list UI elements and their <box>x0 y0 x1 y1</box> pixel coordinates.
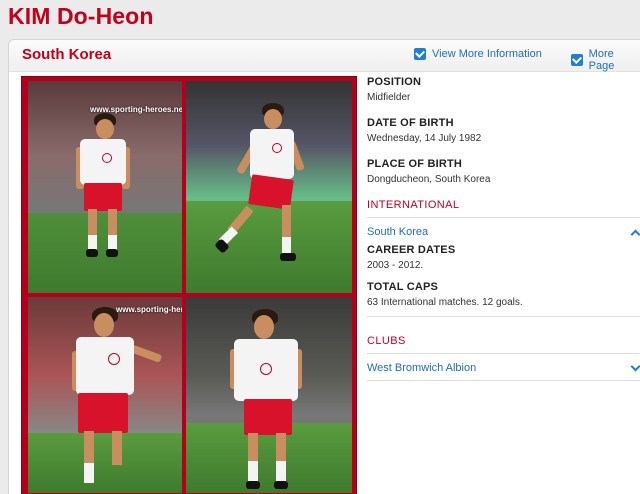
pob-label: PLACE OF BIRTH <box>367 158 463 170</box>
dob-block: DATE OF BIRTH Wednesday, 14 July 1982 <box>367 117 640 144</box>
view-more-info-label: View More Information <box>432 48 542 60</box>
photo-tile-3: www.sporting-heroes.net <box>28 297 182 493</box>
chevron-up-icon <box>630 229 640 239</box>
total-caps-label: TOTAL CAPS <box>367 281 439 293</box>
photo-tile-1: www.sporting-heroes.net <box>28 81 182 293</box>
international-heading: INTERNATIONAL <box>367 199 640 218</box>
position-block: POSITION Midfielder <box>367 76 640 103</box>
pob-block: PLACE OF BIRTH Dongducheon, South Korea <box>367 158 640 185</box>
view-more-info-link[interactable]: View More Information <box>414 48 542 60</box>
career-dates-label: CAREER DATES <box>367 244 456 256</box>
club-item-label: West Bromwich Albion <box>367 362 477 374</box>
player-photo-collage[interactable]: www.sporting-heroes.net www.sporting-he <box>21 76 357 494</box>
total-caps-value: 63 International matches. 12 goals. <box>367 297 523 308</box>
player-figure <box>64 307 164 493</box>
position-label: POSITION <box>367 76 422 88</box>
player-details: POSITION Midfielder DATE OF BIRTH Wednes… <box>367 76 640 381</box>
career-dates-value: 2003 - 2012. <box>367 260 424 271</box>
player-figure <box>228 309 318 493</box>
player-name-title: KIM Do-Heon <box>8 3 154 29</box>
total-caps-block: TOTAL CAPS 63 International matches. 12 … <box>367 281 640 317</box>
checkbox-icon <box>414 48 426 60</box>
player-figure <box>214 101 312 291</box>
career-dates-block: CAREER DATES 2003 - 2012. <box>367 244 640 271</box>
country-heading: South Korea <box>22 46 112 63</box>
position-value: Midfielder <box>367 92 411 103</box>
card-header: South Korea View More Information More P… <box>9 40 640 72</box>
chevron-down-icon <box>630 361 640 372</box>
international-team-label: South Korea <box>367 226 429 238</box>
player-figure <box>72 109 132 289</box>
international-team-toggle[interactable]: South Korea <box>367 218 640 244</box>
club-item-toggle[interactable]: West Bromwich Albion <box>367 354 640 381</box>
more-page-label: More Page <box>588 48 615 72</box>
photo-tile-2 <box>186 81 352 293</box>
dob-value: Wednesday, 14 July 1982 <box>367 133 482 144</box>
photo-tile-4 <box>186 297 352 493</box>
more-page-link[interactable]: More Page <box>571 48 640 72</box>
pob-value: Dongducheon, South Korea <box>367 174 491 185</box>
dob-label: DATE OF BIRTH <box>367 117 454 129</box>
checkbox-icon <box>571 54 583 66</box>
player-card: South Korea View More Information More P… <box>8 39 640 494</box>
clubs-heading: CLUBS <box>367 335 640 354</box>
